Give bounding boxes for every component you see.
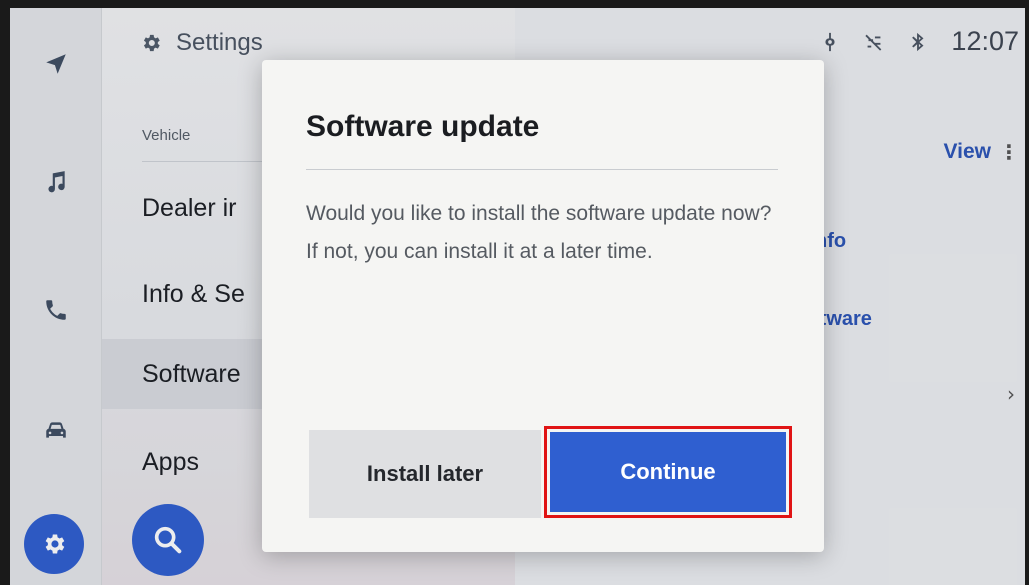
infotainment-screen: Settings Vehicle Dealer ir Info & Se Sof… bbox=[10, 8, 1025, 585]
dialog-title: Software update bbox=[306, 110, 540, 143]
software-update-dialog: Software update Would you like to instal… bbox=[262, 60, 824, 552]
install-later-button[interactable]: Install later bbox=[309, 430, 541, 518]
dialog-message: Would you like to install the software u… bbox=[306, 202, 772, 263]
dialog-divider bbox=[306, 169, 778, 170]
continue-button[interactable]: Continue bbox=[544, 426, 792, 518]
